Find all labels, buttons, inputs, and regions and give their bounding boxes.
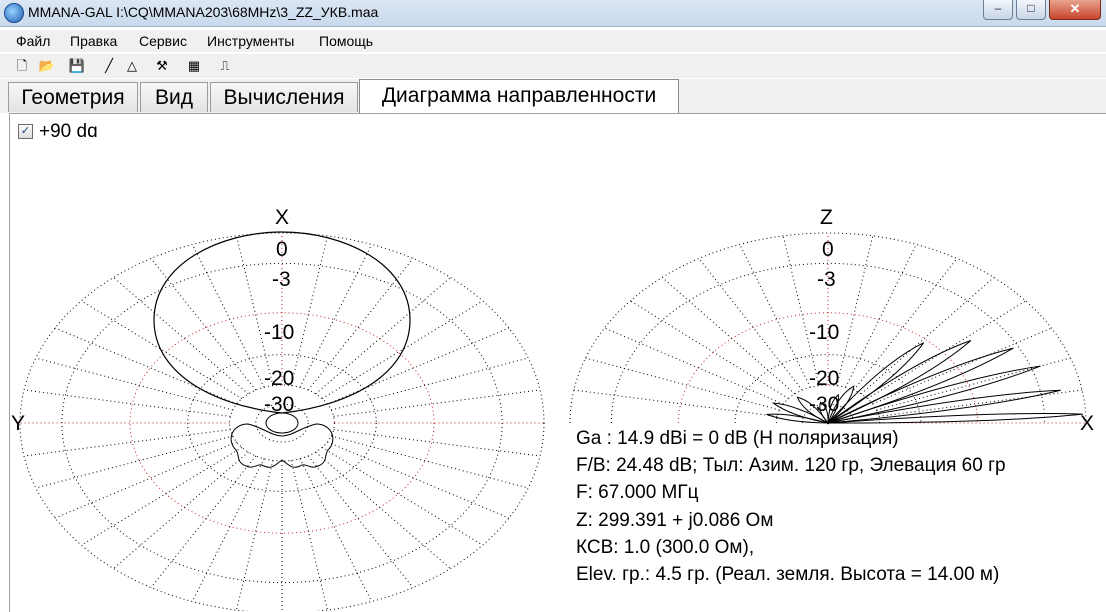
right-axis-z-label: Z [820,206,833,229]
grid-spoke [331,357,529,411]
elevation-info: Elev. гр.: 4.5 гр. (Реал. земля. Высота … [576,564,1000,585]
grid-spoke [81,300,243,400]
grid-spoke [54,441,237,519]
grid-spoke [604,327,784,405]
grid-spoke [113,451,249,569]
pattern-plots: X Y Z X 0 -3 -10 -20 -30 0 -3 -10 -20 -3… [11,206,1094,611]
right-ring-label-30: -30 [809,393,839,416]
grid-spoke [573,389,778,417]
grid-spoke [867,300,1026,399]
grid-ring [129,312,435,534]
grid-spoke [327,327,510,405]
front-back-info: F/B: 24.48 dB; Тыл: Азим. 120 гр, Элевац… [576,455,1006,476]
grid-spoke [299,458,373,602]
frequency-info: F: 67.000 МГц [576,482,699,503]
grid-spoke [150,258,257,391]
right-ring-label-0: 0 [822,238,834,261]
grid-spoke [321,446,483,546]
left-ring-label-20: -20 [264,367,294,390]
impedance-info: Z: 299.391 + j0.086 Ом [576,510,774,531]
left-inner-small-ring [265,412,299,434]
grid-spoke [331,435,529,489]
left-ring-label-30: -30 [264,393,294,416]
grid-spoke [333,429,541,457]
grid-spoke [307,258,414,391]
grid-spoke [845,244,917,388]
left-ring-label-3: -3 [272,268,291,291]
grid-spoke [836,235,874,386]
grid-spoke [782,235,820,386]
grid-ring [61,262,503,584]
grid-spoke [290,235,328,386]
grid-spoke [236,235,274,386]
grid-spoke [853,258,958,391]
elevation-lobe [827,347,1014,424]
grid-spoke [236,460,274,611]
grid-spoke [315,451,451,569]
grid-spoke [327,441,510,519]
grid-spoke [299,244,373,388]
grid-spoke [698,258,803,391]
swr-info: КСВ: 1.0 (300.0 Ом), [576,537,755,558]
right-ring-label-20: -20 [809,367,839,390]
grid-spoke [191,458,265,602]
grid-spoke [35,357,233,411]
left-ring-label-10: -10 [264,321,294,344]
grid-spoke [860,277,995,395]
grid-spoke [585,357,780,411]
right-ring-label-10: -10 [809,321,839,344]
gain-info: Ga : 14.9 dBi = 0 dB (H поляризация) [576,428,899,449]
grid-spoke [23,429,231,457]
grid-spoke [661,277,796,395]
grid-spoke [321,300,483,400]
left-axis-y-label: Y [11,412,25,435]
grid-spoke [23,389,231,417]
grid-spoke [191,244,265,388]
grid-spoke [307,455,414,588]
grid-spoke [878,389,1083,417]
elevation-lobe [827,340,972,424]
right-ring-label-3: -3 [817,268,836,291]
grid-spoke [315,277,451,395]
left-back-lobes [230,423,334,468]
grid-spoke [35,435,233,489]
grid-spoke [150,455,257,588]
grid-spoke [333,389,541,417]
grid-spoke [630,300,789,399]
grid-spoke [54,327,237,405]
right-axis-x-label: X [1080,412,1094,435]
grid-spoke [81,446,243,546]
grid-spoke [290,460,328,611]
grid-spoke [739,244,811,388]
left-ring-label-0: 0 [276,238,288,261]
grid-spoke [113,277,249,395]
left-axis-x-label: X [275,206,289,229]
